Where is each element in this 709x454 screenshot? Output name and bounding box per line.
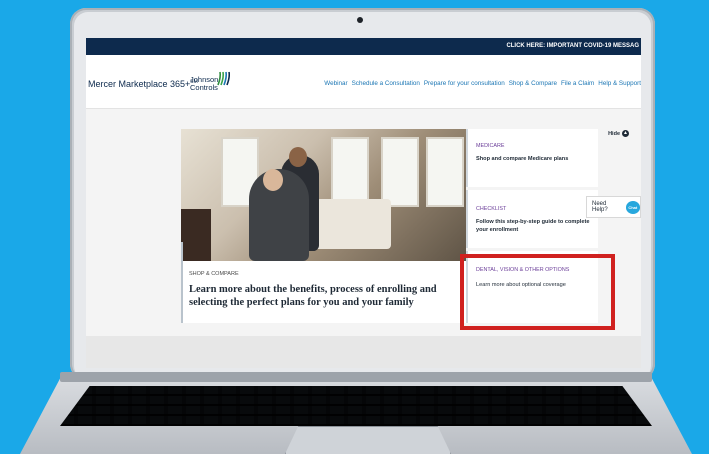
footer-strip [86, 336, 641, 368]
partner-logo-text: Johnson Controls [190, 75, 219, 92]
highlight-box [460, 254, 615, 330]
laptop-base [20, 372, 692, 454]
trackpad [285, 426, 451, 454]
younger-man-head [289, 147, 307, 167]
medicare-card[interactable]: MEDICARE Shop and compare Medicare plans [466, 129, 598, 187]
laptop-screen: CLICK HERE: IMPORTANT COVID-19 MESSAG Me… [86, 38, 641, 368]
older-man-head [263, 169, 283, 191]
nav-file-claim[interactable]: File a Claim [561, 80, 594, 87]
nav-help-support[interactable]: Help & Support [598, 80, 641, 87]
window-decor [331, 137, 369, 207]
johnson-controls-mark-icon [217, 71, 230, 86]
covid-message-bar[interactable]: CLICK HERE: IMPORTANT COVID-19 MESSAG [86, 38, 641, 55]
hide-toggle[interactable]: Hide ▲ [608, 130, 629, 137]
chevron-up-icon: ▲ [622, 130, 629, 137]
nav-shop-compare[interactable]: Shop & Compare [509, 80, 557, 87]
covid-message-link[interactable]: CLICK HERE: IMPORTANT COVID-19 MESSAG [506, 43, 639, 49]
brand-logo[interactable]: Mercer Marketplace 365+SM [88, 79, 198, 89]
card-accent-border [181, 242, 183, 323]
hide-label: Hide [608, 130, 620, 137]
main-content: SHOP & COMPARE Learn more about the bene… [86, 110, 641, 336]
window-decor [381, 137, 419, 207]
nav-webinar[interactable]: Webinar [324, 80, 347, 87]
nav-schedule-consultation[interactable]: Schedule a Consultation [352, 80, 420, 87]
webcam-icon [357, 17, 363, 23]
shop-compare-card[interactable]: SHOP & COMPARE Learn more about the bene… [181, 129, 466, 323]
window-decor [426, 137, 464, 207]
laptop-hinge [60, 372, 652, 382]
card-title[interactable]: Learn more about the benefits, process o… [189, 283, 439, 309]
need-help-label: Need Help? [592, 201, 608, 213]
main-nav: Webinar Schedule a Consultation Prepare … [324, 80, 641, 87]
checklist-text: Follow this step-by-step guide to comple… [476, 219, 590, 233]
piano-decor [181, 209, 211, 261]
brand-name: Mercer Marketplace 365+ [88, 79, 191, 89]
site-header: Mercer Marketplace 365+SM Johnson Contro… [86, 55, 641, 109]
johnson-controls-logo: Johnson Controls [190, 69, 235, 95]
checklist-card[interactable]: CHECKLIST Follow this step-by-step guide… [466, 190, 598, 248]
checklist-label: CHECKLIST [476, 206, 507, 212]
medicare-text: Shop and compare Medicare plans [476, 156, 569, 162]
card-eyebrow: SHOP & COMPARE [189, 271, 239, 277]
keyboard [60, 386, 652, 426]
chat-bubble-icon[interactable]: Chat [625, 200, 640, 214]
nav-prepare-consultation[interactable]: Prepare for your consultation [424, 80, 505, 87]
need-help-widget[interactable]: Need Help? Chat [586, 196, 641, 218]
family-photo [181, 129, 466, 261]
medicare-label: MEDICARE [476, 143, 505, 149]
